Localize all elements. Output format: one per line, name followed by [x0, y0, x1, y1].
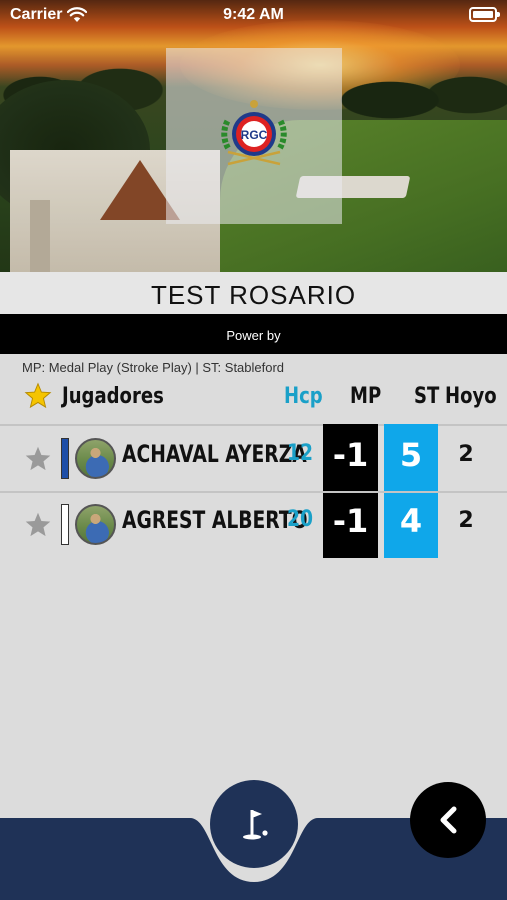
golf-flag-icon: [243, 810, 268, 840]
golf-button[interactable]: [210, 780, 298, 868]
tournament-title: TEST ROSARIO: [0, 272, 507, 314]
table-row[interactable]: AGREST ALBERTO 20 -1 4 2: [0, 492, 507, 558]
clock: 9:42 AM: [223, 6, 284, 23]
star-icon[interactable]: [24, 382, 52, 410]
player-hoyo: 2: [458, 442, 474, 467]
column-hoyo: Hoyo: [445, 384, 497, 409]
player-hcp: 20: [286, 507, 314, 532]
powered-by-bar: Power by: [0, 314, 507, 354]
column-players: Jugadores: [62, 384, 164, 409]
column-hcp: Hcp: [284, 384, 323, 409]
avatar: [75, 504, 116, 545]
scoring-legend: MP: Medal Play (Stroke Play) | ST: Stabl…: [22, 360, 285, 375]
table-row[interactable]: ACHAVAL AYERZA 12 -1 5 2: [0, 426, 507, 492]
player-hoyo: 2: [458, 508, 474, 533]
tee-color-marker: [61, 438, 69, 479]
player-st: 5: [399, 436, 423, 474]
player-st: 4: [399, 502, 423, 540]
column-st: ST: [414, 384, 440, 409]
leaderboard-header: Jugadores Hcp MP ST Hoyo: [0, 378, 507, 424]
chevron-left-icon: [440, 806, 457, 834]
player-hcp: 12: [286, 441, 314, 466]
player-mp: -1: [332, 502, 369, 540]
tee-color-marker: [61, 504, 69, 545]
avatar: [75, 438, 116, 479]
column-mp: MP: [350, 384, 382, 409]
status-bar: Carrier 9:42 AM: [0, 0, 507, 30]
star-outline-icon[interactable]: [24, 445, 52, 473]
svg-text:RGC: RGC: [241, 128, 268, 142]
battery-icon: [469, 7, 500, 22]
player-mp: -1: [332, 436, 369, 474]
star-outline-icon[interactable]: [24, 511, 52, 539]
back-button[interactable]: [410, 782, 486, 858]
club-logo-icon: RGC: [221, 100, 287, 166]
club-logo-panel: RGC: [166, 48, 342, 224]
